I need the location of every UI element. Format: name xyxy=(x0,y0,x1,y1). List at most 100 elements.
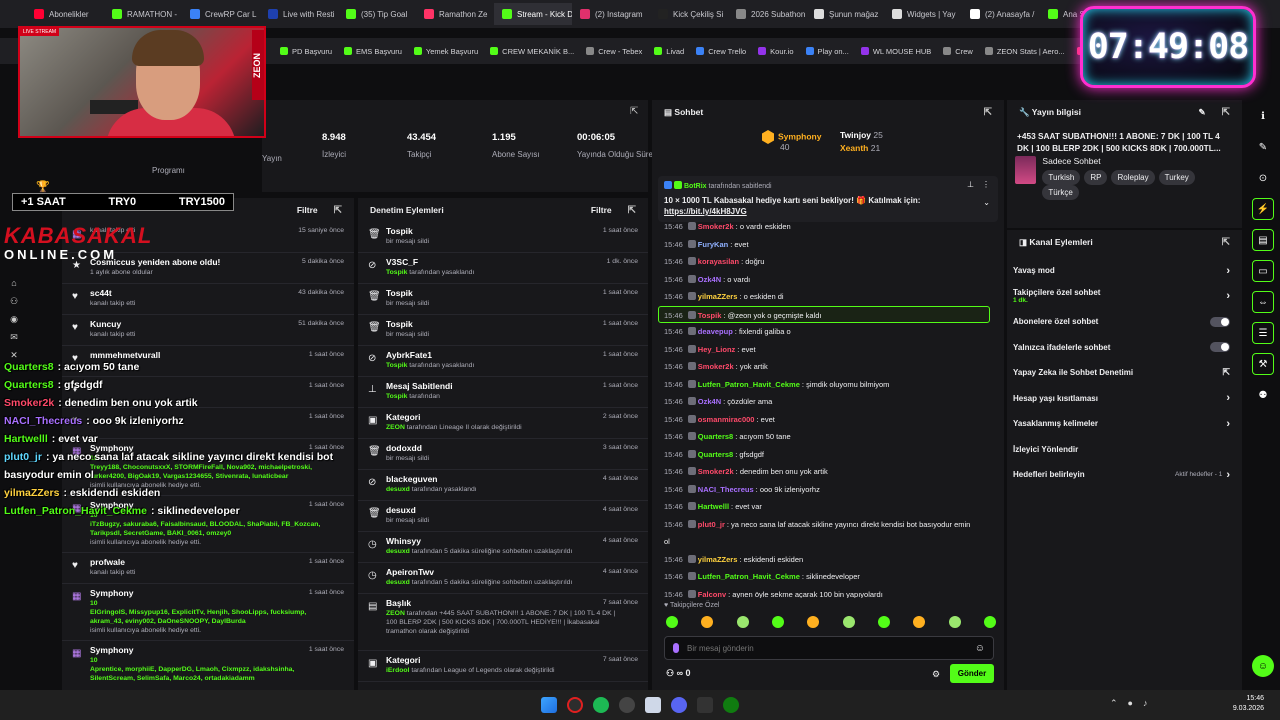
stream-tag[interactable]: Türkçe xyxy=(1042,185,1079,200)
bookmark-item[interactable]: ZEON Stats | Aero... xyxy=(984,47,1065,56)
channel-action[interactable]: Abonelere özel sohbet xyxy=(1007,309,1242,335)
chat-bubble-icon[interactable]: ▭ xyxy=(1252,260,1274,282)
emote-icon[interactable] xyxy=(913,616,926,628)
microphone-icon[interactable] xyxy=(673,643,679,653)
emoji-icon[interactable]: ☺ xyxy=(975,643,985,654)
message-username[interactable]: Ozk4N xyxy=(698,397,721,406)
unpin-icon[interactable]: ⊥ xyxy=(967,180,974,189)
message-username[interactable]: NACI_Thecreus xyxy=(698,485,754,494)
browser-tab[interactable]: 2026 Subathon xyxy=(728,3,806,25)
message-username[interactable]: Quarters8 xyxy=(698,450,733,459)
channel-action[interactable]: Yavaş mod › xyxy=(1007,258,1242,284)
emote-icon[interactable] xyxy=(948,616,961,628)
pinned-link[interactable]: https://bit.ly/4kH8JVG xyxy=(664,207,992,216)
moderation-filter-button[interactable]: Filtre xyxy=(591,205,612,215)
chevron-right-icon[interactable]: › xyxy=(1226,418,1230,430)
spotify-icon[interactable] xyxy=(593,697,609,713)
chevron-right-icon[interactable]: › xyxy=(1226,392,1230,404)
send-button[interactable]: Gönder xyxy=(950,664,994,683)
message-username[interactable]: Tospik xyxy=(698,311,722,320)
emote-icon[interactable] xyxy=(983,616,996,628)
bookmark-item[interactable]: Crew Trello xyxy=(696,47,746,56)
message-username[interactable]: Hey_Lionz xyxy=(698,345,736,354)
stream-tag[interactable]: Turkey xyxy=(1158,170,1195,185)
popout-icon[interactable]: ⇱ xyxy=(334,205,342,216)
emote-icon[interactable] xyxy=(771,616,784,628)
windows-start-icon[interactable] xyxy=(541,697,557,713)
emote-icon[interactable] xyxy=(666,616,678,628)
xbox-icon[interactable] xyxy=(723,697,739,713)
browser-tab[interactable]: (35) Tip Goal xyxy=(338,3,416,25)
action-control[interactable]: ⇱ xyxy=(1222,367,1230,378)
bookmark-item[interactable]: CREW MEKANİK B... xyxy=(490,47,574,56)
chevron-down-icon[interactable]: ⌄ xyxy=(983,198,990,207)
toggle-switch[interactable] xyxy=(1210,342,1230,353)
obs-icon[interactable] xyxy=(619,697,635,713)
support-icon[interactable]: ☺ xyxy=(1252,655,1274,677)
settings-icon[interactable]: ⚙ xyxy=(932,669,940,680)
emote-icon[interactable] xyxy=(701,616,714,628)
popout-icon[interactable]: ⇱ xyxy=(630,106,638,117)
activity-filter-button[interactable]: Filtre xyxy=(297,205,318,215)
message-username[interactable]: Smoker2k xyxy=(698,467,734,476)
opera-icon[interactable] xyxy=(567,697,583,713)
chevron-right-icon[interactable]: › xyxy=(1226,469,1230,481)
lightning-icon[interactable]: ⚡ xyxy=(1252,198,1274,220)
channel-action[interactable]: Yalnızca ifadelerle sohbet xyxy=(1007,335,1242,361)
browser-tab[interactable]: Kick Çekiliş Si xyxy=(650,3,728,25)
stream-tag[interactable]: RP xyxy=(1084,170,1108,185)
record-icon[interactable]: ◉ xyxy=(8,314,20,324)
browser-tab[interactable]: RAMATHON - xyxy=(104,3,182,25)
channel-action[interactable]: Yasaklanmış kelimeler › xyxy=(1007,411,1242,437)
message-username[interactable]: osmanmirac000 xyxy=(698,415,755,424)
emote-icon[interactable] xyxy=(877,616,890,628)
bookmark-item[interactable]: Crew - Tebex xyxy=(586,47,642,56)
more-icon[interactable]: ⋮ xyxy=(982,180,990,189)
browser-tab[interactable]: (2) Anasayfa / xyxy=(962,3,1040,25)
pencil-icon[interactable]: ✎ xyxy=(1252,136,1274,158)
message-username[interactable]: Lutfen_Patron_Havit_Cekme xyxy=(698,380,800,389)
action-control[interactable]: Aktif hedefler - 1 › xyxy=(1175,469,1230,481)
category-name[interactable]: Sadece Sohbet xyxy=(1042,156,1234,166)
chevron-right-icon[interactable]: › xyxy=(1226,265,1230,277)
action-control[interactable]: › xyxy=(1226,418,1230,430)
message-username[interactable]: Ozk4N xyxy=(698,275,721,284)
browser-tab[interactable]: Abonelikler xyxy=(26,3,104,25)
action-control[interactable]: › xyxy=(1226,392,1230,404)
message-username[interactable]: deavepup xyxy=(698,327,733,336)
message-username[interactable]: plut0_jr xyxy=(698,520,725,529)
browser-tab[interactable]: (2) Instagram xyxy=(572,3,650,25)
message-username[interactable]: FuryKan xyxy=(698,240,728,249)
stream-tag[interactable]: Turkish xyxy=(1042,170,1081,185)
emote-icon[interactable] xyxy=(807,616,820,628)
info-icon[interactable]: ℹ xyxy=(1252,105,1274,127)
channel-points[interactable]: ⚇ ∞ 0 xyxy=(666,668,691,679)
list-icon[interactable]: ☰ xyxy=(1252,322,1274,344)
bookmark-item[interactable]: Crew xyxy=(943,47,973,56)
bookmark-item[interactable]: WL MOUSE HUB xyxy=(860,47,931,56)
message-username[interactable]: yilmaZZers xyxy=(698,292,738,301)
browser-tab[interactable]: Live with Resti xyxy=(260,3,338,25)
emote-icon[interactable] xyxy=(842,616,855,628)
users-icon[interactable]: ⚇ xyxy=(8,296,20,306)
channel-action[interactable]: Takipçilere özel sohbet 1 dk. › xyxy=(1007,284,1242,310)
stream-tag[interactable]: Roleplay xyxy=(1111,170,1155,185)
discord-icon[interactable] xyxy=(671,697,687,713)
mail-icon[interactable]: ✉ xyxy=(8,332,20,342)
channel-action[interactable]: Hesap yaşı kısıtlaması › xyxy=(1007,386,1242,412)
channel-action[interactable]: İzleyici Yönlendir xyxy=(1007,437,1242,463)
message-username[interactable]: Hartwelll xyxy=(698,502,729,511)
message-username[interactable]: Falconv xyxy=(698,590,726,599)
edit-icon[interactable]: ✎ xyxy=(1198,107,1205,118)
browser-tab[interactable]: Şunun mağaz xyxy=(806,3,884,25)
channel-action[interactable]: Yapay Zeka ile Sohbet Denetimi ⇱ xyxy=(1007,360,1242,386)
message-username[interactable]: korayasilan xyxy=(698,257,739,266)
bookmark-item[interactable]: Yemek Başvuru xyxy=(413,47,478,56)
chevron-right-icon[interactable]: › xyxy=(1226,290,1230,302)
message-username[interactable]: Lutfen_Patron_Havit_Cekme xyxy=(698,572,800,581)
popout-icon[interactable]: ⇱ xyxy=(1222,107,1230,118)
toggle-switch[interactable] xyxy=(1210,316,1230,327)
message-username[interactable]: Smoker2k xyxy=(698,362,734,371)
chat-input-box[interactable]: ☺ xyxy=(664,636,994,660)
browser-tab[interactable]: Stream - Kick Dashboard xyxy=(494,3,572,25)
